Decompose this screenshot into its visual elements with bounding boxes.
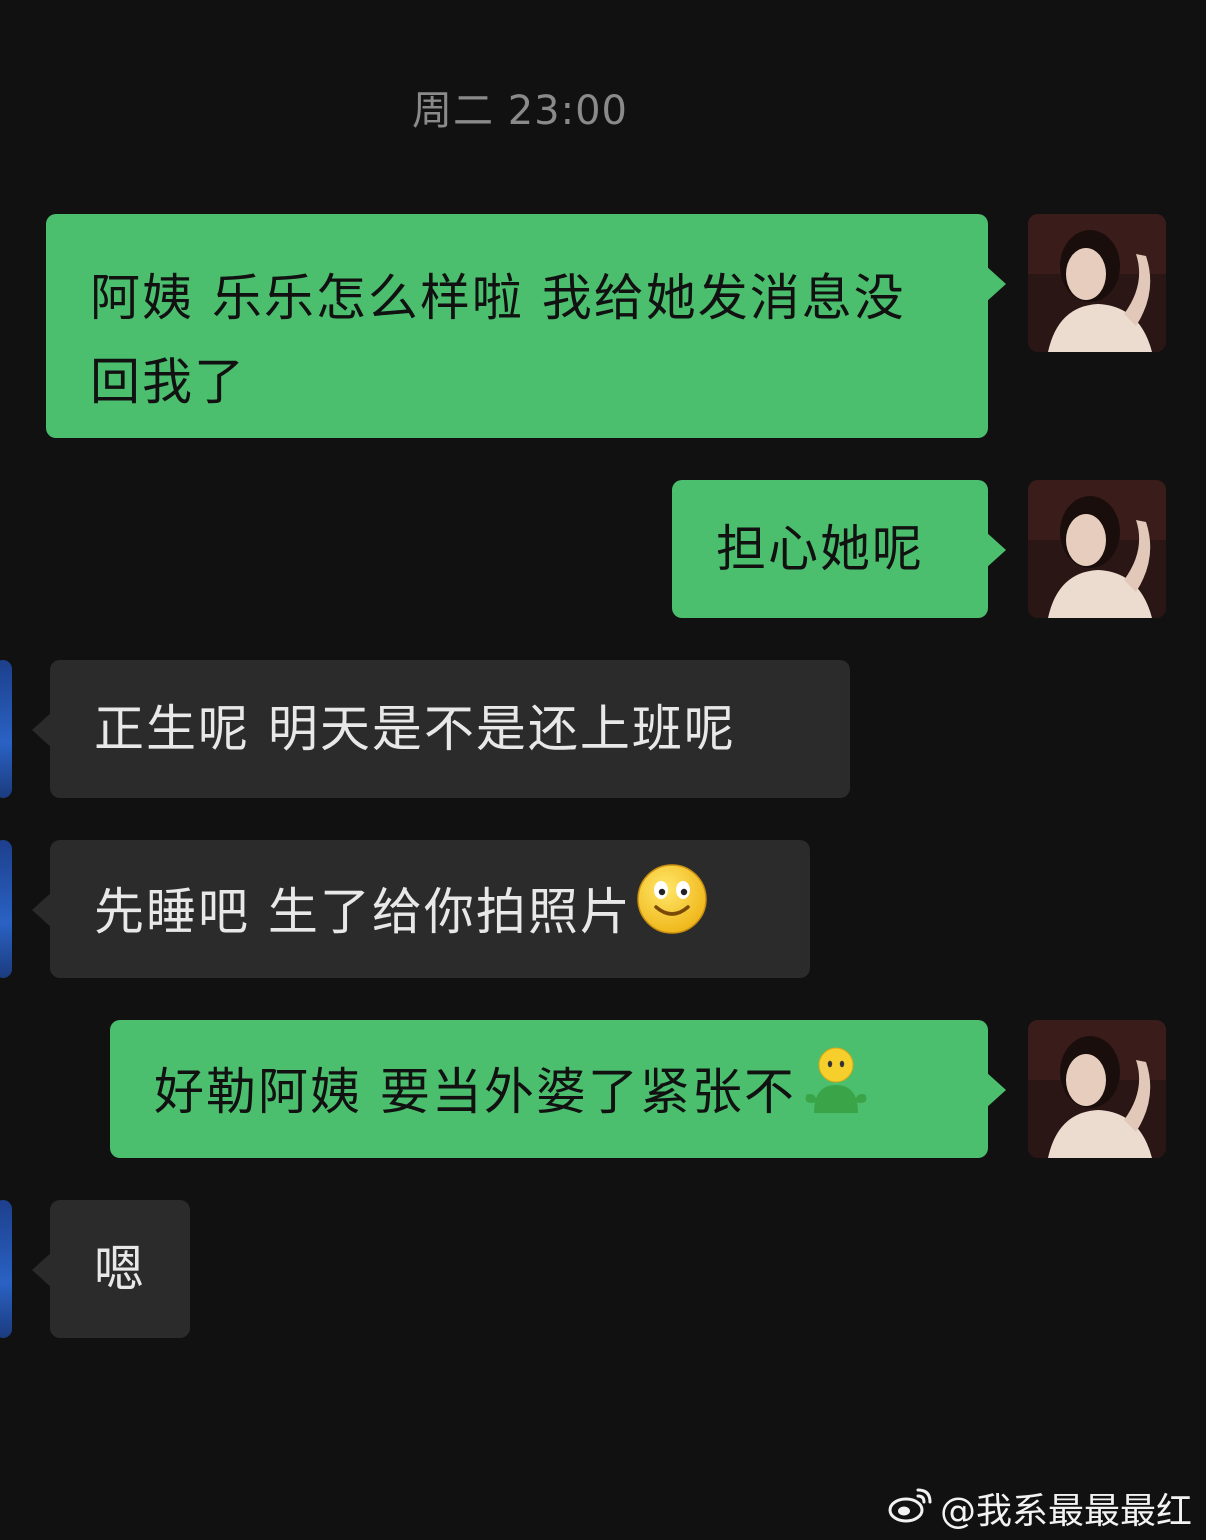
watermark: @我系最最最红 — [888, 1482, 1192, 1534]
message-bubble-sent[interactable]: 担心她呢 — [672, 480, 1006, 618]
smiley-face-icon — [636, 863, 708, 960]
message-text: 正生呢 明天是不是还上班呢 — [94, 700, 736, 758]
message-timestamp: 周二 23:00 — [412, 88, 628, 134]
message-text: 好勒阿姨 要当外婆了紧张不 — [154, 1063, 796, 1121]
my-avatar[interactable] — [1028, 214, 1166, 352]
my-avatar[interactable] — [1028, 1020, 1166, 1158]
weibo-logo-icon — [888, 1484, 934, 1533]
watermark-text: @我系最最最红 — [939, 1491, 1192, 1532]
message-bubble-received[interactable]: 嗯 — [32, 1200, 190, 1338]
message-bubble-sent[interactable]: 阿姨 乐乐怎么样啦 我给她发消息没回我了 — [46, 214, 1006, 438]
green-person-shrug-icon — [800, 1043, 872, 1140]
avatar-photo-icon — [1028, 480, 1166, 618]
message-text: 嗯 — [94, 1240, 146, 1298]
message-text: 先睡吧 生了给你拍照片 — [94, 883, 632, 941]
my-avatar[interactable] — [1028, 480, 1166, 618]
message-text: 担心她呢 — [716, 520, 924, 578]
contact-avatar[interactable] — [0, 840, 12, 978]
contact-avatar[interactable] — [0, 660, 12, 798]
message-bubble-received[interactable]: 先睡吧 生了给你拍照片 — [32, 840, 810, 978]
avatar-photo-icon — [1028, 1020, 1166, 1158]
contact-avatar[interactable] — [0, 1200, 12, 1338]
message-text: 阿姨 乐乐怎么样啦 我给她发消息没回我了 — [90, 269, 906, 411]
chat-screen: 周二 23:00 阿姨 乐乐怎么样啦 我给她发消息没回我了 担心她呢 正生呢 明… — [0, 0, 1206, 1540]
avatar-photo-icon — [1028, 214, 1166, 352]
message-bubble-sent[interactable]: 好勒阿姨 要当外婆了紧张不 — [110, 1020, 1006, 1158]
message-bubble-received[interactable]: 正生呢 明天是不是还上班呢 — [32, 660, 850, 798]
